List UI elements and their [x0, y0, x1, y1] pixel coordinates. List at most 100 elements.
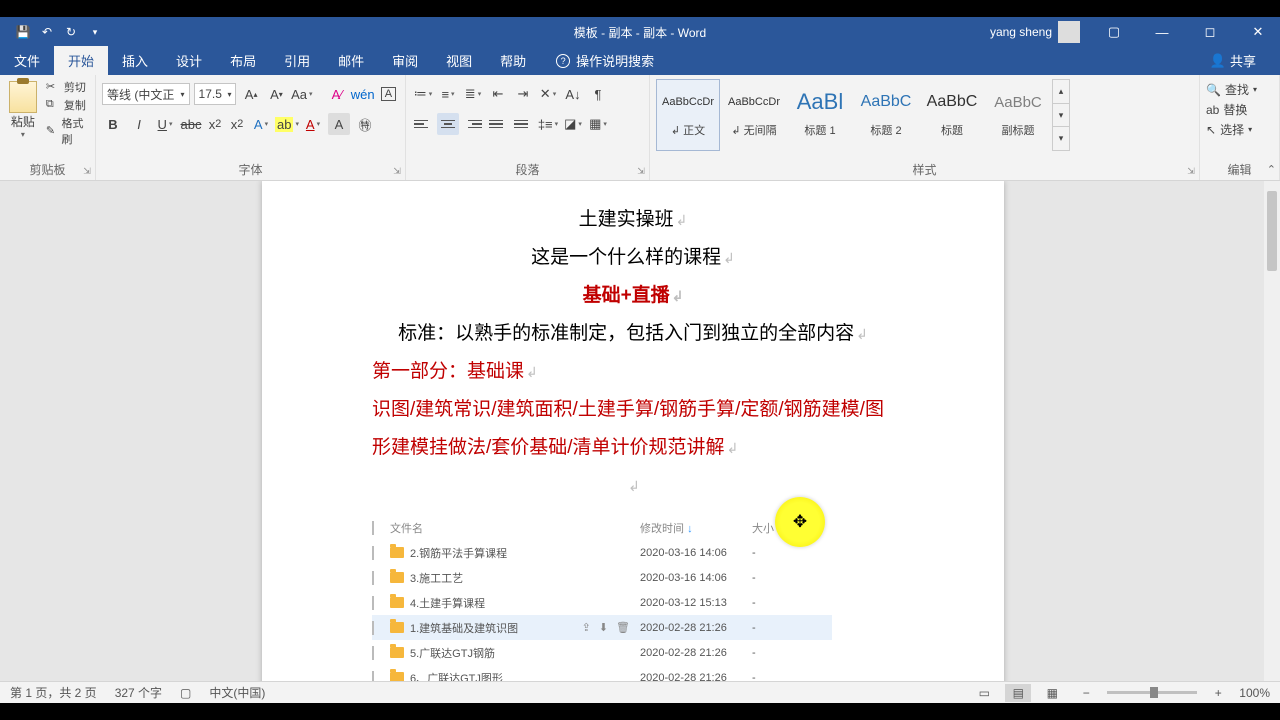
row-checkbox[interactable]	[372, 671, 374, 682]
font-size-combo[interactable]: 17.5▾	[194, 83, 237, 105]
paragraph-launcher-icon[interactable]: ⇲	[635, 165, 647, 177]
bullets-button[interactable]: ≔▾	[412, 83, 434, 105]
font-color-button[interactable]: A▾	[302, 113, 324, 135]
style-item-3[interactable]: AaBbC标题 2	[854, 79, 918, 151]
style-item-4[interactable]: AaBbC标题	[920, 79, 984, 151]
vertical-scrollbar[interactable]	[1264, 181, 1280, 681]
share-button[interactable]: 👤 共享	[1200, 46, 1266, 75]
style-item-2[interactable]: AaBl标题 1	[788, 79, 852, 151]
language-indicator[interactable]: 中文(中国)	[209, 684, 265, 701]
qat-more-icon[interactable]: ▾	[86, 23, 104, 41]
asian-layout-button[interactable]: ✕▾	[537, 83, 559, 105]
numbering-button[interactable]: ≡▾	[437, 83, 459, 105]
enclose-char-button[interactable]: ㊕	[354, 113, 376, 135]
gallery-more-icon[interactable]: ▾	[1053, 127, 1069, 150]
style-item-1[interactable]: AaBbCcDr↲ 无间隔	[722, 79, 786, 151]
tab-view[interactable]: 视图	[432, 46, 486, 75]
file-row[interactable]: 2.钢筋平法手算课程 2020-03-16 14:06 -	[372, 540, 832, 565]
multilevel-button[interactable]: ≣▾	[462, 83, 484, 105]
row-checkbox[interactable]	[372, 571, 374, 585]
save-icon[interactable]: 💾	[14, 23, 32, 41]
undo-icon[interactable]: ↶	[38, 23, 56, 41]
superscript-button[interactable]: x2	[228, 113, 246, 135]
bold-button[interactable]: B	[102, 113, 124, 135]
scrollbar-thumb[interactable]	[1267, 191, 1277, 271]
distribute-button[interactable]	[512, 113, 534, 135]
tab-file[interactable]: 文件	[0, 46, 54, 75]
zoom-in-button[interactable]: +	[1205, 684, 1231, 702]
styles-gallery-scroll[interactable]: ▴▾▾	[1052, 79, 1070, 151]
tab-layout[interactable]: 布局	[216, 46, 270, 75]
tab-review[interactable]: 审阅	[378, 46, 432, 75]
zoom-level[interactable]: 100%	[1239, 686, 1270, 700]
delete-icon[interactable]: 🗑	[616, 621, 630, 634]
row-checkbox[interactable]	[372, 596, 374, 610]
align-left-button[interactable]	[412, 113, 434, 135]
select-button[interactable]: ↖选择▾	[1206, 121, 1273, 138]
cut-button[interactable]: ✂剪切	[46, 79, 89, 95]
align-center-button[interactable]	[437, 113, 459, 135]
tab-help[interactable]: 帮助	[486, 46, 540, 75]
ribbon-options-icon[interactable]: ▢	[1092, 17, 1136, 47]
borders-button[interactable]: ▦▾	[587, 113, 609, 135]
styles-launcher-icon[interactable]: ⇲	[1185, 165, 1197, 177]
justify-button[interactable]	[487, 113, 509, 135]
file-row[interactable]: 3.施工工艺 2020-03-16 14:06 -	[372, 565, 832, 590]
document-workspace[interactable]: 土建实操班↲ 这是一个什么样的课程↲ 基础+直播↲ 标准：以熟手的标准制定，包括…	[0, 181, 1280, 681]
show-marks-button[interactable]: ¶	[587, 83, 609, 105]
style-item-5[interactable]: AaBbC副标题	[986, 79, 1050, 151]
highlight-button[interactable]: ab▾	[276, 113, 298, 135]
grow-font-button[interactable]: A▴	[240, 83, 261, 105]
text-effects-button[interactable]: A▾	[250, 113, 272, 135]
char-shading-button[interactable]: A	[328, 113, 350, 135]
italic-button[interactable]: I	[128, 113, 150, 135]
paste-button[interactable]: 粘贴 ▾	[6, 79, 40, 151]
row-checkbox[interactable]	[372, 621, 374, 635]
clear-format-button[interactable]: A⁄	[326, 83, 347, 105]
select-all-checkbox[interactable]	[372, 521, 374, 535]
zoom-slider[interactable]	[1107, 691, 1197, 694]
phonetic-guide-button[interactable]: wén	[352, 83, 374, 105]
strike-button[interactable]: abc	[180, 113, 202, 135]
shrink-font-button[interactable]: A▾	[266, 83, 287, 105]
change-case-button[interactable]: Aa▾	[291, 83, 312, 105]
clipboard-launcher-icon[interactable]: ⇲	[81, 165, 93, 177]
replace-button[interactable]: ab替换	[1206, 101, 1273, 118]
collapse-ribbon-icon[interactable]: ⌃	[1267, 163, 1276, 176]
spellcheck-icon[interactable]: ▢	[180, 686, 191, 700]
subscript-button[interactable]: x2	[206, 113, 224, 135]
align-right-button[interactable]	[462, 113, 484, 135]
find-button[interactable]: 🔍查找▾	[1206, 81, 1273, 98]
minimize-button[interactable]: —	[1140, 17, 1184, 47]
maximize-button[interactable]: ◻	[1188, 17, 1232, 47]
file-row[interactable]: 5.广联达GTJ钢筋 2020-02-28 21:26 -	[372, 640, 832, 665]
tell-me-search[interactable]: ? 操作说明搜索	[546, 46, 664, 75]
gallery-down-icon[interactable]: ▾	[1053, 104, 1069, 128]
word-count[interactable]: 327 个字	[115, 684, 162, 701]
tab-home[interactable]: 开始	[54, 46, 108, 75]
page-indicator[interactable]: 第 1 页，共 2 页	[10, 684, 97, 701]
font-name-combo[interactable]: 等线 (中文正▾	[102, 83, 190, 105]
font-launcher-icon[interactable]: ⇲	[391, 165, 403, 177]
row-checkbox[interactable]	[372, 646, 374, 660]
format-painter-button[interactable]: ✎格式刷	[46, 115, 89, 147]
file-row[interactable]: 1.建筑基础及建筑识图⇪⬇🗑 2020-02-28 21:26 -	[372, 615, 832, 640]
print-layout-button[interactable]: ▤	[1005, 684, 1031, 702]
row-checkbox[interactable]	[372, 546, 374, 560]
zoom-out-button[interactable]: −	[1073, 684, 1099, 702]
char-border-button[interactable]: A	[378, 83, 399, 105]
decrease-indent-button[interactable]: ⇤	[487, 83, 509, 105]
increase-indent-button[interactable]: ⇥	[512, 83, 534, 105]
gallery-up-icon[interactable]: ▴	[1053, 80, 1069, 104]
share-icon[interactable]: ⇪	[582, 621, 591, 634]
file-row[interactable]: 4.土建手算课程 2020-03-12 15:13 -	[372, 590, 832, 615]
download-icon[interactable]: ⬇	[599, 621, 608, 634]
close-button[interactable]: ✕	[1236, 17, 1280, 47]
redo-icon[interactable]: ↻	[62, 23, 80, 41]
user-account[interactable]: yang sheng	[990, 21, 1080, 43]
read-mode-button[interactable]: ▭	[971, 684, 997, 702]
copy-button[interactable]: ⧉复制	[46, 97, 89, 113]
underline-button[interactable]: U▾	[154, 113, 176, 135]
tab-references[interactable]: 引用	[270, 46, 324, 75]
web-layout-button[interactable]: ▦	[1039, 684, 1065, 702]
